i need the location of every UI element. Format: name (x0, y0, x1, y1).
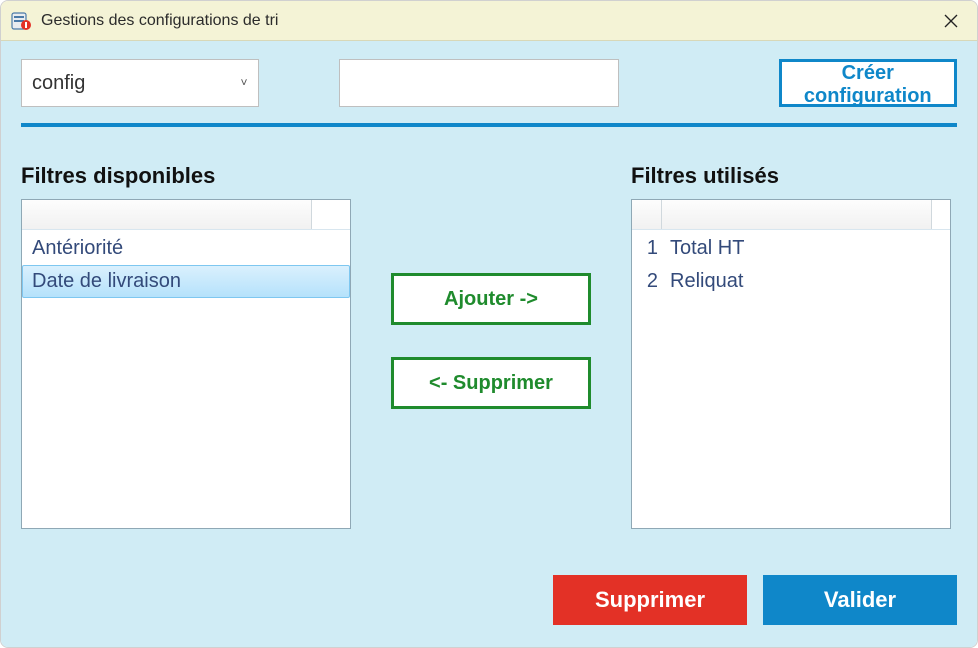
available-filter-item[interactable]: Date de livraison (22, 265, 350, 298)
content-area: config Créer configuration Filtres dispo… (1, 41, 977, 647)
close-button[interactable] (929, 5, 973, 37)
config-select-value: config (32, 72, 85, 95)
used-filters-column: Filtres utilisés 1 Total HT 2 Reliqua (631, 163, 951, 529)
app-icon (11, 11, 31, 31)
top-row: config Créer configuration (21, 59, 957, 107)
used-filter-label: Reliquat (670, 270, 743, 293)
delete-button[interactable]: Supprimer (553, 575, 747, 625)
list-header (632, 200, 950, 230)
used-filter-row[interactable]: 1 Total HT (632, 232, 950, 265)
list-header (22, 200, 350, 230)
config-name-input[interactable] (339, 59, 619, 107)
available-filters-column: Filtres disponibles Antériorité Date de … (21, 163, 351, 529)
list-header-cell (22, 200, 312, 229)
validate-button[interactable]: Valider (763, 575, 957, 625)
remove-filter-button[interactable]: <- Supprimer (391, 357, 591, 409)
create-config-button[interactable]: Créer configuration (779, 59, 958, 107)
divider (21, 123, 957, 127)
list-header-cell-name (662, 200, 932, 229)
lists-row: Filtres disponibles Antériorité Date de … (21, 163, 957, 553)
available-filters-title: Filtres disponibles (21, 163, 351, 189)
used-filters-list[interactable]: 1 Total HT 2 Reliquat (631, 199, 951, 529)
used-filter-index: 2 (638, 270, 658, 293)
used-filter-index: 1 (638, 237, 658, 260)
close-icon (944, 14, 958, 28)
available-filters-list[interactable]: Antériorité Date de livraison (21, 199, 351, 529)
dialog-window: Gestions des configurations de tri confi… (0, 0, 978, 648)
window-title: Gestions des configurations de tri (41, 12, 929, 30)
list-header-cell-index (632, 200, 662, 229)
used-filters-title: Filtres utilisés (631, 163, 951, 189)
used-filter-label: Total HT (670, 237, 744, 260)
titlebar: Gestions des configurations de tri (1, 1, 977, 41)
move-buttons-column: Ajouter -> <- Supprimer (391, 273, 591, 409)
add-filter-button[interactable]: Ajouter -> (391, 273, 591, 325)
used-filter-row[interactable]: 2 Reliquat (632, 265, 950, 298)
available-filter-item[interactable]: Antériorité (22, 232, 350, 265)
config-select[interactable]: config (21, 59, 259, 107)
bottom-actions: Supprimer Valider (21, 575, 957, 625)
